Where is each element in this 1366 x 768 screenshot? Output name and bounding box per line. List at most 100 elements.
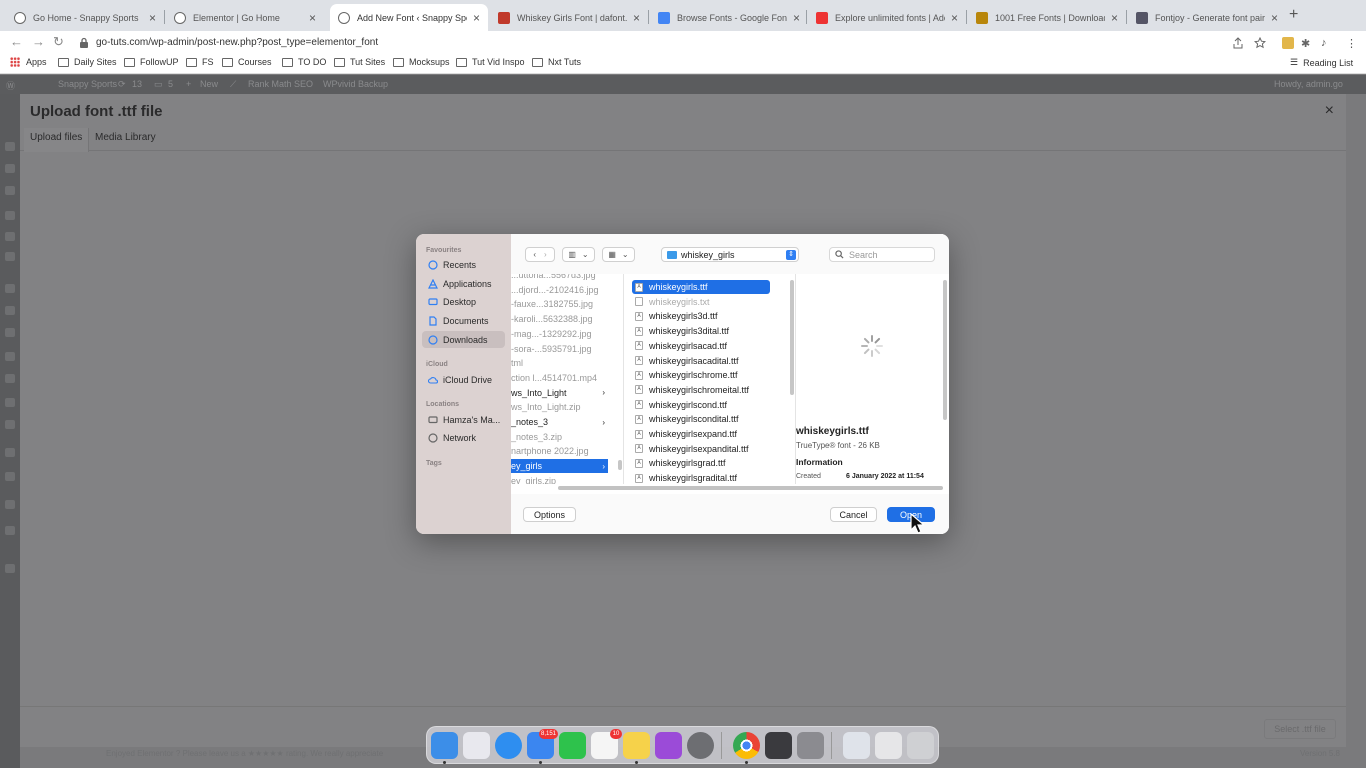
- browser-tab[interactable]: Whiskey Girls Font | dafont.com ×: [490, 4, 648, 31]
- admin-menu-icon[interactable]: [5, 252, 15, 261]
- tab-close-icon[interactable]: ×: [1271, 11, 1278, 25]
- sidebar-item-applications[interactable]: Applications: [422, 275, 505, 292]
- column1-scrollbar[interactable]: [618, 460, 622, 470]
- chevron-right-icon[interactable]: ›: [544, 250, 547, 259]
- list-item[interactable]: ws_Into_Light.zip: [511, 400, 608, 414]
- list-item[interactable]: ey_girls.zip: [511, 474, 608, 484]
- admin-menu-icon[interactable]: [5, 142, 15, 151]
- tab-close-icon[interactable]: ×: [633, 11, 640, 25]
- admin-menu-icon[interactable]: [5, 328, 15, 337]
- admin-menu-icon[interactable]: [5, 186, 15, 195]
- list-item[interactable]: Awhiskeygirlsacad.ttf: [632, 339, 770, 353]
- back-forward-buttons[interactable]: ‹ ›: [525, 247, 555, 262]
- list-item[interactable]: _notes_3 ›: [511, 415, 608, 429]
- wordpress-logo-icon[interactable]: Ⓦ: [6, 79, 15, 92]
- trash-icon[interactable]: [907, 732, 934, 759]
- tab-media-library[interactable]: Media Library: [95, 132, 156, 143]
- share-icon[interactable]: [1232, 37, 1244, 49]
- list-item[interactable]: ws_Into_Light ›: [511, 386, 608, 400]
- group-button[interactable]: ▦ ⌄: [602, 247, 635, 262]
- sidebar-item-network[interactable]: Network: [422, 429, 505, 446]
- updates-count[interactable]: 13: [132, 79, 142, 89]
- bookmark-item[interactable]: Mocksups: [393, 57, 450, 67]
- bookmark-item[interactable]: Daily Sites: [58, 57, 117, 67]
- bookmark-item[interactable]: Tut Vid Inspo: [456, 57, 525, 67]
- updates-icon[interactable]: ⟳: [118, 79, 126, 90]
- list-item[interactable]: ction l...4514701.mp4: [511, 371, 608, 385]
- finder-icon[interactable]: [431, 732, 458, 759]
- list-item[interactable]: Awhiskeygirlschromeital.ttf: [632, 383, 770, 397]
- site-name[interactable]: Snappy Sports: [58, 79, 117, 89]
- bookmark-item[interactable]: Tut Sites: [334, 57, 385, 67]
- sidebar-item-recents[interactable]: Recents: [422, 256, 505, 273]
- browser-tab[interactable]: 1001 Free Fonts | Download Fo ×: [968, 4, 1126, 31]
- bookmark-star-icon[interactable]: [1254, 37, 1266, 49]
- list-item[interactable]: _notes_3.zip: [511, 430, 608, 444]
- list-item[interactable]: Awhiskeygirlscondital.ttf: [632, 412, 770, 426]
- admin-menu-icon[interactable]: [5, 284, 15, 293]
- sidebar-item-documents[interactable]: Documents: [422, 312, 505, 329]
- admin-menu-icon[interactable]: [5, 526, 15, 535]
- comments-icon[interactable]: ▭: [154, 79, 163, 90]
- bookmark-item[interactable]: TO DO: [282, 57, 326, 67]
- admin-menu-icon[interactable]: [5, 420, 15, 429]
- admin-menu-icon[interactable]: [5, 564, 15, 573]
- admin-menu-icon[interactable]: [5, 211, 15, 220]
- back-icon[interactable]: ←: [10, 34, 23, 49]
- system-preferences-icon[interactable]: [687, 732, 714, 759]
- admin-menu-icon[interactable]: [5, 352, 15, 361]
- list-item[interactable]: Awhiskeygirlsgradital.ttf: [632, 471, 770, 484]
- sidebar-item-downloads[interactable]: Downloads: [422, 331, 505, 348]
- tab-close-icon[interactable]: ×: [309, 11, 316, 25]
- list-item[interactable]: Awhiskeygirlsacadital.ttf: [632, 354, 770, 368]
- reading-list[interactable]: ☰ Reading List: [1290, 57, 1353, 68]
- rank-math-menu[interactable]: Rank Math SEO: [248, 79, 313, 89]
- new-plus-icon[interactable]: +: [186, 79, 191, 89]
- bookmark-item[interactable]: Apps: [10, 57, 47, 67]
- list-item[interactable]: Awhiskeygirlscond.ttf: [632, 398, 770, 412]
- bookmark-item[interactable]: Nxt Tuts: [532, 57, 581, 67]
- list-item[interactable]: -fauxe...3182755.jpg: [511, 297, 608, 311]
- preview-scrollbar[interactable]: [943, 280, 947, 420]
- comments-count[interactable]: 5: [168, 79, 173, 89]
- cancel-button[interactable]: Cancel: [830, 507, 877, 522]
- browser-tab[interactable]: Fontjoy - Generate font pairing ×: [1128, 4, 1286, 31]
- admin-menu-icon[interactable]: [5, 164, 15, 173]
- browser-tab[interactable]: Elementor | Go Home ×: [166, 4, 324, 31]
- reminders-icon[interactable]: 10: [591, 729, 622, 759]
- browser-tab[interactable]: Browse Fonts - Google Fonts ×: [650, 4, 808, 31]
- browser-tab[interactable]: Add New Font ‹ Snappy Sports ×: [330, 4, 488, 31]
- list-item[interactable]: Awhiskeygirlsexpand.ttf: [632, 427, 770, 441]
- options-button[interactable]: Options: [523, 507, 576, 522]
- bookmark-item[interactable]: Courses: [222, 57, 272, 67]
- sidebar-item-desktop[interactable]: Desktop: [422, 293, 505, 310]
- wpvivid-menu[interactable]: WPvivid Backup: [323, 79, 388, 89]
- list-item[interactable]: Awhiskeygirls3d.ttf: [632, 309, 770, 323]
- column2-scrollbar[interactable]: [790, 280, 794, 395]
- final-cut-icon[interactable]: [765, 732, 792, 759]
- reload-icon[interactable]: ↻: [53, 34, 64, 50]
- admin-menu-icon[interactable]: [5, 306, 15, 315]
- admin-menu-icon[interactable]: [5, 448, 15, 457]
- bookmark-item[interactable]: FS: [186, 57, 214, 67]
- howdy-account[interactable]: Howdy, admin.go: [1274, 79, 1343, 89]
- font-book-icon[interactable]: [797, 732, 824, 759]
- list-item[interactable]: ey_girls ›: [511, 459, 608, 474]
- view-mode-button[interactable]: ▥ ⌄: [562, 247, 595, 262]
- browser-tab[interactable]: Go Home - Snappy Sports ×: [6, 4, 164, 31]
- close-icon[interactable]: ×: [1325, 102, 1334, 120]
- tab-close-icon[interactable]: ×: [149, 11, 156, 25]
- sidebar-item-hamza-s-ma-[interactable]: Hamza's Ma...: [422, 411, 505, 428]
- extension-2-icon[interactable]: ♪: [1321, 37, 1333, 49]
- chrome-icon[interactable]: [733, 732, 760, 759]
- column-downloads[interactable]: ...uttona...5567d3.jpg ...djord...-210241…: [511, 274, 624, 484]
- list-item[interactable]: -sora-...5935791.jpg: [511, 342, 608, 356]
- tab-close-icon[interactable]: ×: [951, 11, 958, 25]
- list-item[interactable]: Awhiskeygirls3dital.ttf: [632, 324, 770, 338]
- launchpad-icon[interactable]: [463, 732, 490, 759]
- browser-tab[interactable]: Explore unlimited fonts | Adobe ×: [808, 4, 966, 31]
- path-selector[interactable]: whiskey_girls ⇕: [661, 247, 799, 262]
- admin-menu-icon[interactable]: [5, 500, 15, 509]
- sidebar-item-icloud-drive[interactable]: iCloud Drive: [422, 371, 505, 388]
- admin-menu-icon[interactable]: [5, 398, 15, 407]
